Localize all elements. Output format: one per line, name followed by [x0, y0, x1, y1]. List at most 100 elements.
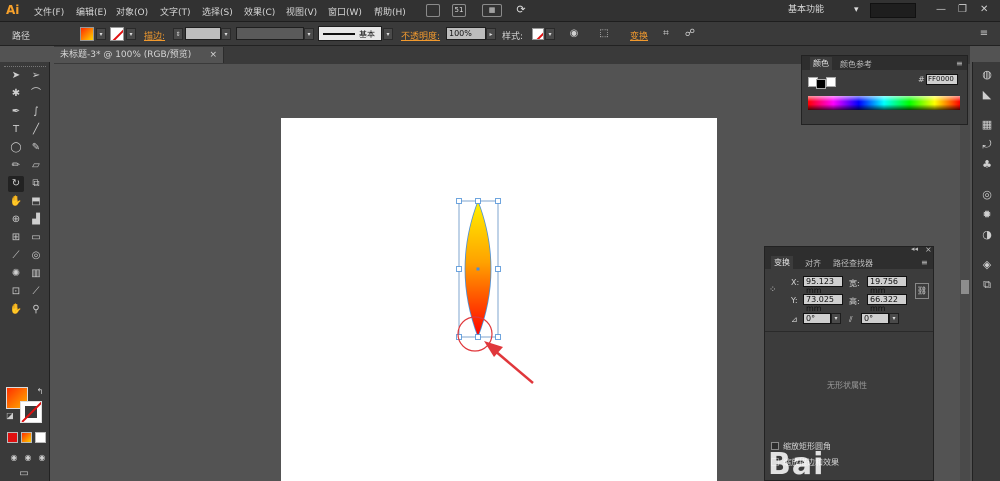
curvature-tool-icon[interactable]: ∫ — [28, 104, 44, 120]
height-input[interactable]: 66.322 mm — [867, 294, 907, 313]
reference-point-icon[interactable]: ⁘ — [769, 285, 777, 295]
variable-width-profile[interactable] — [236, 27, 304, 40]
stroke-dropdown[interactable]: ▾ — [126, 28, 136, 40]
stroke-color-swatch[interactable] — [20, 401, 42, 423]
hex-input[interactable]: FF0000 — [926, 74, 958, 85]
stroke-swatch[interactable] — [110, 27, 124, 41]
fill-dropdown[interactable]: ▾ — [96, 28, 106, 40]
perspective-grid-tool-icon[interactable]: ▟ — [28, 212, 44, 228]
brushes-icon[interactable]: ⤾ — [980, 138, 994, 152]
tab-color[interactable]: 颜色 — [810, 57, 832, 70]
maximize-icon[interactable]: ❐ — [958, 4, 967, 15]
symbol-sprayer-tool-icon[interactable]: ✺ — [8, 266, 24, 282]
default-colors-icon[interactable]: ◪ — [2, 408, 18, 424]
stroke-weight-stepper[interactable]: ⇕ — [173, 28, 183, 40]
vertical-scrollbar[interactable] — [960, 64, 970, 481]
tab-align[interactable]: 对齐 — [805, 258, 821, 269]
pen-tool-icon[interactable]: ✒ — [8, 104, 24, 120]
opacity-field[interactable]: 100% — [446, 27, 486, 40]
symbols-icon[interactable]: ♣ — [980, 158, 994, 172]
recolor-artwork-icon[interactable]: ◉ — [566, 26, 582, 42]
width-input[interactable]: 19.756 mm — [867, 276, 907, 295]
column-graph-tool-icon[interactable]: ▥ — [28, 266, 44, 282]
menu-file[interactable]: 文件(F) — [34, 5, 64, 18]
menu-type[interactable]: 文字(T) — [160, 5, 191, 18]
gpu-performance-icon[interactable]: ⟳ — [514, 4, 528, 17]
menu-view[interactable]: 视图(V) — [286, 5, 317, 18]
color-mode-icon[interactable] — [7, 432, 18, 443]
selection-tool-icon[interactable]: ➤ — [8, 68, 24, 84]
none-mode-icon[interactable] — [35, 432, 46, 443]
white-swatch-icon[interactable] — [826, 77, 836, 87]
close-icon[interactable]: ✕ — [980, 4, 988, 15]
screen-mode-icon[interactable]: ▭ — [16, 466, 32, 481]
slice-tool-icon[interactable]: ⟋ — [28, 284, 44, 300]
panel-menu-icon[interactable]: ≡ — [921, 258, 928, 267]
artboards-icon[interactable]: ⧉ — [980, 278, 994, 292]
stock-icon[interactable]: 51 — [452, 4, 466, 17]
workspace-switcher[interactable]: 基本功能 ▾ — [786, 3, 866, 18]
direct-selection-tool-icon[interactable]: ➢ — [28, 68, 44, 84]
help-search-input[interactable] — [870, 3, 916, 18]
panel-menu-icon[interactable]: ≡ — [956, 59, 963, 68]
document-tab[interactable]: 未标题-3* @ 100% (RGB/预览) × — [54, 47, 224, 63]
artboard[interactable] — [281, 118, 717, 481]
zoom-tool-icon[interactable]: ⚲ — [28, 302, 44, 318]
x-input[interactable]: 95.123 mm — [803, 276, 843, 295]
rotate-tool-icon[interactable]: ↻ — [8, 176, 24, 192]
lasso-tool-icon[interactable]: ⌒ — [28, 86, 44, 102]
blend-tool-icon[interactable]: ◎ — [28, 248, 44, 264]
type-tool-icon[interactable]: T — [8, 122, 24, 138]
gradient-tool-icon[interactable]: ▭ — [28, 230, 44, 246]
swatches-icon[interactable]: ▦ — [980, 118, 994, 132]
options-icon[interactable]: ☍ — [682, 26, 698, 42]
color-panel-icon[interactable]: ◍ — [980, 68, 994, 82]
profile-dropdown[interactable]: ▾ — [304, 28, 314, 40]
transparency-icon[interactable]: ◑ — [980, 228, 994, 242]
graphic-style-swatch[interactable] — [532, 28, 544, 40]
graphic-styles-icon[interactable]: ✹ — [980, 208, 994, 222]
close-tab-icon[interactable]: × — [209, 47, 217, 63]
appearance-icon[interactable]: ◎ — [980, 188, 994, 202]
hand-tool-icon[interactable]: ✋ — [8, 302, 24, 318]
gradient-mode-icon[interactable] — [21, 432, 32, 443]
shear-dropdown[interactable]: ▾ — [889, 313, 899, 324]
minimize-icon[interactable]: — — [936, 4, 946, 15]
bridge-icon[interactable] — [426, 4, 440, 17]
magic-wand-tool-icon[interactable]: ✱ — [8, 86, 24, 102]
eyedropper-tool-icon[interactable]: ⟋ — [8, 248, 24, 264]
style-dropdown[interactable]: ▾ — [545, 28, 555, 40]
constrain-proportions-icon[interactable]: ⛓ — [915, 283, 929, 299]
swap-colors-icon[interactable]: ↰ — [32, 384, 48, 400]
shape-builder-tool-icon[interactable]: ⊕ — [8, 212, 24, 228]
stroke-weight-label[interactable]: 描边: — [144, 29, 165, 42]
draw-inside-icon[interactable]: ◉ — [34, 450, 50, 466]
brush-dropdown[interactable]: ▾ — [383, 28, 393, 40]
menu-select[interactable]: 选择(S) — [202, 5, 233, 18]
eraser-tool-icon[interactable]: ▱ — [28, 158, 44, 174]
tab-color-guide[interactable]: 颜色参考 — [840, 59, 872, 70]
rotate-input[interactable]: 0° — [803, 313, 831, 324]
rotate-dropdown[interactable]: ▾ — [831, 313, 841, 324]
menu-help[interactable]: 帮助(H) — [374, 5, 406, 18]
warp-tool-icon[interactable]: ✋ — [8, 194, 24, 210]
pencil-tool-icon[interactable]: ✏ — [8, 158, 24, 174]
align-icon[interactable]: ⬚ — [596, 26, 612, 42]
close-panel-icon[interactable]: × — [925, 245, 932, 254]
transform-link[interactable]: 变换 — [630, 29, 648, 42]
layers-icon[interactable]: ◈ — [980, 258, 994, 272]
panel-menu-icon[interactable]: ≡ — [976, 26, 992, 42]
mesh-tool-icon[interactable]: ⊞ — [8, 230, 24, 246]
opacity-label[interactable]: 不透明度: — [401, 29, 440, 42]
menu-object[interactable]: 对象(O) — [116, 5, 148, 18]
color-guide-icon[interactable]: ◣ — [980, 88, 994, 102]
fill-swatch[interactable] — [80, 27, 94, 41]
stroke-weight-dropdown[interactable]: ▾ — [221, 28, 231, 40]
artboard-tool-icon[interactable]: ⊡ — [8, 284, 24, 300]
ellipse-tool-icon[interactable]: ◯ — [8, 140, 24, 156]
stroke-weight-field[interactable] — [185, 27, 221, 40]
menu-window[interactable]: 窗口(W) — [328, 5, 362, 18]
arrange-documents-icon[interactable]: ▦ — [482, 4, 502, 17]
line-tool-icon[interactable]: ╱ — [28, 122, 44, 138]
tab-transform[interactable]: 变换 — [771, 256, 793, 269]
